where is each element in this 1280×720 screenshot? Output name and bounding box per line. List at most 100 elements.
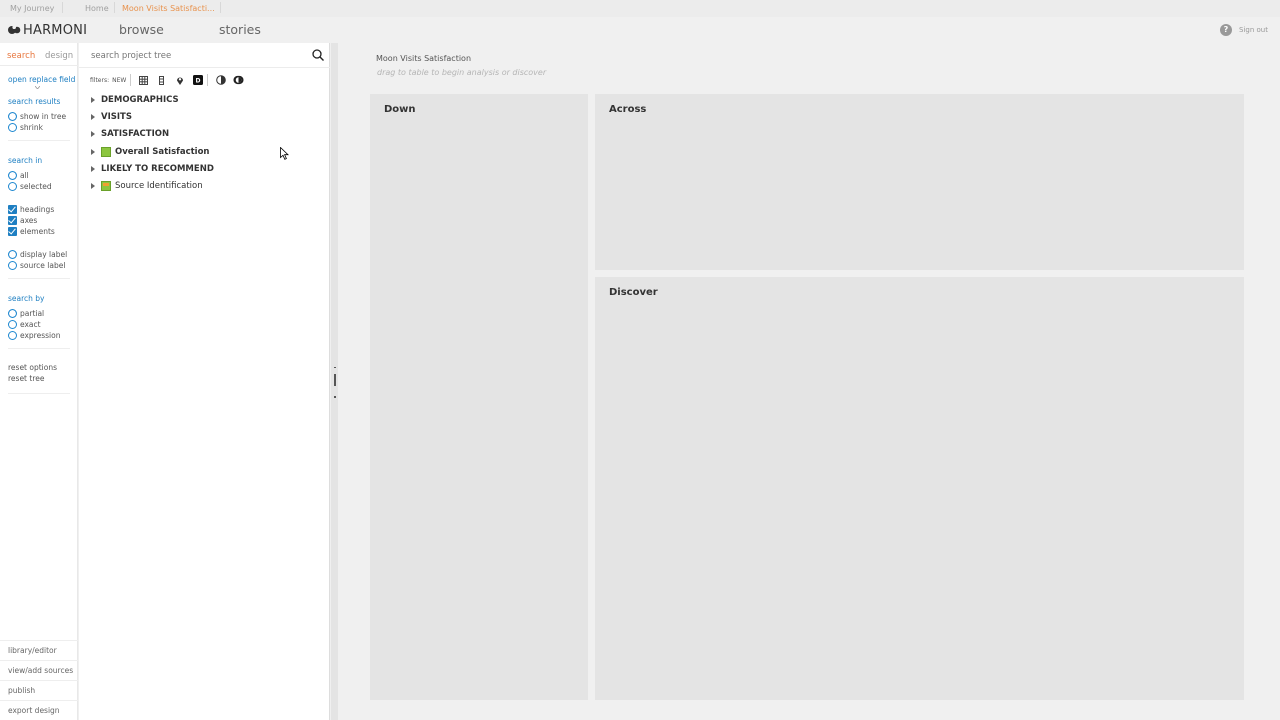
radio-source-label[interactable]: source label bbox=[8, 260, 65, 271]
expand-caret-icon[interactable] bbox=[91, 114, 95, 120]
radio-icon[interactable] bbox=[8, 182, 17, 191]
expand-caret-icon[interactable] bbox=[91, 149, 95, 155]
tab-design[interactable]: design bbox=[45, 51, 73, 61]
tab-search[interactable]: search bbox=[7, 51, 35, 61]
radio-label: partial bbox=[20, 309, 45, 318]
checkbox-checked-icon[interactable] bbox=[8, 216, 17, 225]
across-drop-zone[interactable]: Across bbox=[595, 94, 1244, 270]
tree-node-visits[interactable]: VISITS bbox=[91, 110, 132, 124]
reset-tree-link[interactable]: reset tree bbox=[8, 374, 44, 383]
checkbox-checked-icon[interactable] bbox=[8, 227, 17, 236]
project-tree-panel: filters: NEW D DEMOGRAPHICS VISITS SATI bbox=[79, 43, 330, 720]
radio-expression[interactable]: expression bbox=[8, 330, 60, 341]
search-results-heading: search results bbox=[8, 97, 61, 106]
checkbox-elements[interactable]: elements bbox=[8, 226, 55, 237]
reset-options-link[interactable]: reset options bbox=[8, 363, 57, 372]
filter-separator bbox=[207, 74, 209, 86]
tab-divider bbox=[0, 65, 78, 66]
search-underline bbox=[79, 67, 330, 68]
filter-pin-icon[interactable] bbox=[174, 75, 185, 86]
radio-selected-icon[interactable] bbox=[8, 250, 17, 259]
filter-toggle-icon[interactable] bbox=[233, 75, 244, 86]
radio-label: source label bbox=[20, 261, 66, 270]
tree-node-likely-to-recommend[interactable]: LIKELY TO RECOMMEND bbox=[91, 162, 214, 176]
zone-label-across: Across bbox=[609, 104, 647, 115]
filter-half-circle-icon[interactable] bbox=[215, 75, 226, 86]
tree-node-satisfaction[interactable]: SATISFACTION bbox=[91, 127, 169, 141]
radio-selected-icon[interactable] bbox=[8, 112, 17, 121]
expand-caret-icon[interactable] bbox=[91, 131, 95, 137]
checkbox-checked-icon[interactable] bbox=[8, 205, 17, 214]
library-editor-link[interactable]: library/editor bbox=[0, 640, 78, 660]
radio-icon[interactable] bbox=[8, 261, 17, 270]
radio-selected[interactable]: selected bbox=[8, 181, 52, 192]
filters-label: filters: bbox=[90, 76, 110, 84]
divider bbox=[8, 348, 70, 349]
radio-all[interactable]: all bbox=[8, 170, 29, 181]
breadcrumb-my-journey[interactable]: My Journey bbox=[10, 4, 54, 13]
view-add-sources-link[interactable]: view/add sources bbox=[0, 660, 78, 680]
sign-out-link[interactable]: Sign out bbox=[1239, 26, 1268, 34]
filter-grid-icon[interactable] bbox=[138, 75, 149, 86]
breadcrumb-current[interactable]: Moon Visits Satisfacti... bbox=[122, 4, 215, 13]
radio-show-in-tree[interactable]: show in tree bbox=[8, 111, 66, 122]
radio-shrink[interactable]: shrink bbox=[8, 122, 43, 133]
filter-new-button[interactable]: NEW bbox=[112, 77, 126, 84]
radio-exact[interactable]: exact bbox=[8, 319, 41, 330]
tree-node-overall-satisfaction[interactable]: Overall Satisfaction bbox=[91, 145, 209, 159]
tree-node-label: Source Identification bbox=[115, 181, 203, 191]
radio-display-label[interactable]: display label bbox=[8, 249, 67, 260]
radio-icon[interactable] bbox=[8, 320, 17, 329]
tree-node-label: Overall Satisfaction bbox=[115, 147, 210, 157]
checkbox-axes[interactable]: axes bbox=[8, 215, 37, 226]
radio-selected-icon[interactable] bbox=[8, 309, 17, 318]
radio-icon[interactable] bbox=[8, 123, 17, 132]
down-drop-zone[interactable]: Down bbox=[370, 94, 588, 700]
expand-caret-icon[interactable] bbox=[91, 97, 95, 103]
search-input[interactable] bbox=[91, 51, 301, 61]
radio-selected-icon[interactable] bbox=[8, 171, 17, 180]
tree-node-source-identification[interactable]: Source Identification bbox=[91, 179, 203, 193]
filter-column-icon[interactable] bbox=[156, 75, 167, 86]
nav-stories[interactable]: stories bbox=[219, 22, 261, 37]
divider bbox=[8, 278, 70, 279]
divider bbox=[8, 140, 70, 141]
open-replace-field-link[interactable]: open replace field bbox=[8, 75, 75, 84]
publish-link[interactable]: publish bbox=[0, 680, 78, 700]
search-in-heading: search in bbox=[8, 156, 43, 165]
radio-label: all bbox=[20, 171, 29, 180]
checkbox-label: axes bbox=[20, 216, 38, 225]
filter-toolbar: filters: NEW D bbox=[90, 74, 244, 86]
mouse-cursor-icon bbox=[280, 147, 289, 160]
chevron-down-icon[interactable] bbox=[35, 86, 40, 89]
breadcrumb-home[interactable]: Home bbox=[85, 4, 109, 13]
splitter-grip-dot[interactable] bbox=[334, 367, 336, 368]
canvas-hint: drag to table to begin analysis or disco… bbox=[377, 68, 547, 77]
breadcrumb-separator bbox=[114, 2, 115, 13]
splitter-grip-handle[interactable] bbox=[334, 374, 336, 386]
radio-partial[interactable]: partial bbox=[8, 308, 44, 319]
radio-label: show in tree bbox=[20, 112, 67, 121]
expand-caret-icon[interactable] bbox=[91, 183, 95, 189]
divider bbox=[8, 393, 70, 394]
radio-icon[interactable] bbox=[8, 331, 17, 340]
logo-text: HARMONI bbox=[23, 22, 88, 38]
expand-caret-icon[interactable] bbox=[91, 166, 95, 172]
search-icon[interactable] bbox=[312, 49, 324, 61]
radio-label: expression bbox=[20, 331, 61, 340]
breadcrumb-separator bbox=[62, 2, 63, 13]
tree-node-demographics[interactable]: DEMOGRAPHICS bbox=[91, 93, 179, 107]
app-logo[interactable]: HARMONI bbox=[8, 22, 87, 38]
radio-label: shrink bbox=[20, 123, 43, 132]
radio-label: selected bbox=[20, 182, 52, 191]
filter-d-icon[interactable]: D bbox=[192, 75, 203, 86]
filter-separator bbox=[130, 74, 132, 86]
export-design-link[interactable]: export design bbox=[0, 700, 78, 720]
checkbox-headings[interactable]: headings bbox=[8, 204, 54, 215]
discover-drop-zone[interactable]: Discover bbox=[595, 277, 1244, 700]
help-icon[interactable]: ? bbox=[1220, 24, 1232, 36]
zone-label-discover: Discover bbox=[609, 287, 658, 298]
nav-browse[interactable]: browse bbox=[119, 22, 164, 37]
breadcrumb: My Journey Home Moon Visits Satisfacti..… bbox=[0, 0, 1280, 17]
splitter-grip-dot[interactable] bbox=[334, 396, 336, 398]
